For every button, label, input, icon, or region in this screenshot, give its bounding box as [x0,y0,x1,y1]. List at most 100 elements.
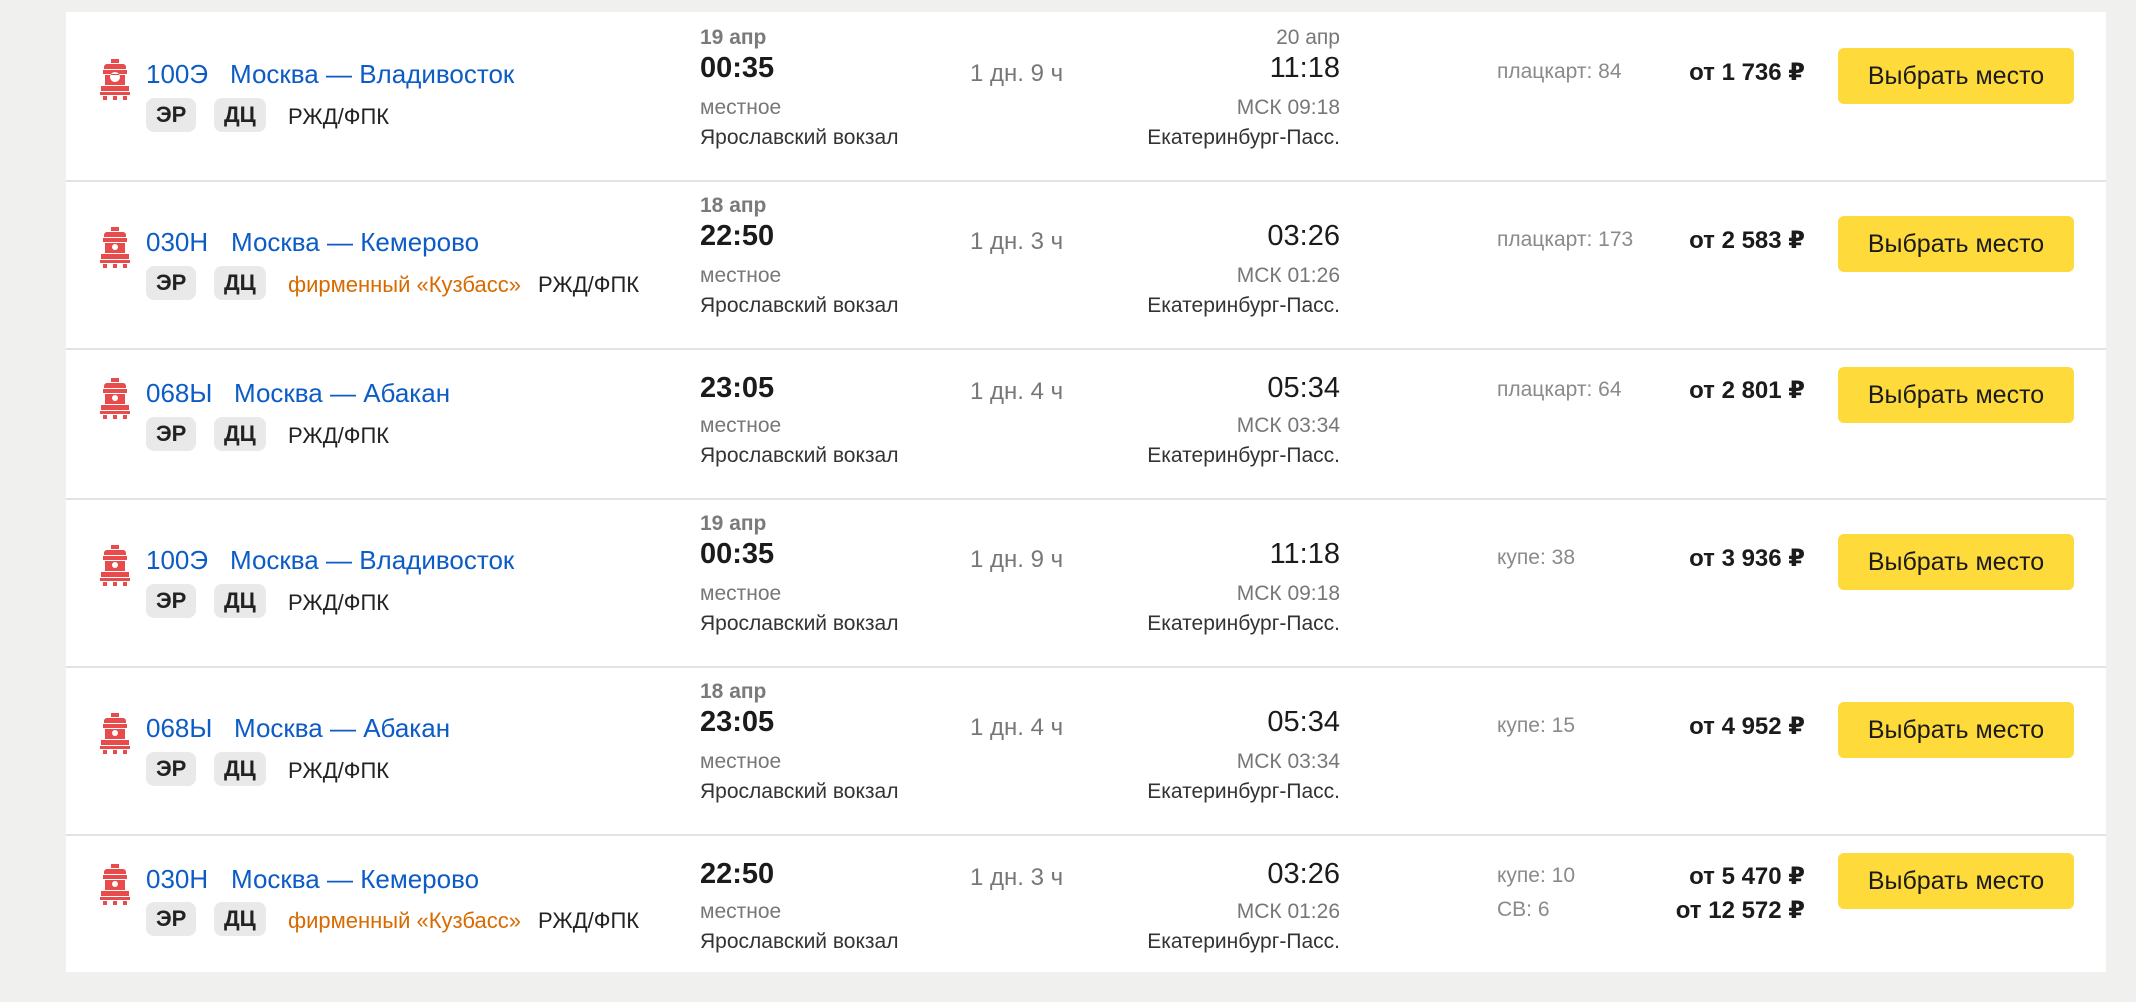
departure-station: Ярославский вокзал [700,612,899,635]
arrival-msk-time: МСК 09:18 [1236,96,1340,119]
choose-seat-button[interactable]: Выбрать место [1838,48,2074,104]
trip-duration: 1 дн. 4 ч [970,378,1064,405]
arrival-date: 20 апр [1276,26,1340,49]
train-number-link[interactable]: 068Ы [146,378,212,409]
arrival-time: 05:34 [1267,372,1340,404]
train-number-link[interactable]: 030Н [146,864,208,895]
steam-locomotive-icon [97,543,133,587]
arrival-station: Екатеринбург-Пасс. [1147,444,1340,467]
departure-station: Ярославский вокзал [700,780,899,803]
departure-timezone: местное [700,582,782,605]
trip-duration: 1 дн. 4 ч [970,714,1064,741]
train-number-link[interactable]: 100Э [146,59,208,90]
price: от 4 952 ₽ [1689,713,1805,740]
steam-locomotive-icon [97,376,133,420]
train-row: 100Э Москва — Владивосток ЭР ДЦ РЖД/ФПК … [66,12,2106,182]
route-link[interactable]: Москва — Владивосток [230,59,514,90]
price: от 2 583 ₽ [1689,227,1805,254]
arrival-station: Екатеринбург-Пасс. [1147,780,1340,803]
seat-availability: плацкарт: 84 [1497,60,1622,83]
departure-timezone: местное [700,900,782,923]
dynamic-price-badge: ДЦ [214,584,266,618]
route-link[interactable]: Москва — Кемерово [231,227,479,258]
trip-duration: 1 дн. 9 ч [970,546,1064,573]
electronic-registration-badge: ЭР [146,417,197,451]
arrival-msk-time: МСК 03:34 [1236,414,1340,437]
carrier-label: РЖД/ФПК [288,104,390,129]
departure-timezone: местное [700,414,782,437]
electronic-registration-badge: ЭР [146,902,197,936]
seat-availability: купе: 15 [1497,714,1576,737]
arrival-station: Екатеринбург-Пасс. [1147,612,1340,635]
carrier-label: РЖД/ФПК [288,590,390,615]
choose-seat-button[interactable]: Выбрать место [1838,367,2074,423]
departure-timezone: местное [700,264,782,287]
departure-time: 22:50 [700,220,775,252]
carrier-label: РЖД/ФПК [538,908,640,933]
electronic-registration-badge: ЭР [146,266,197,300]
arrival-time: 11:18 [1269,52,1340,84]
steam-locomotive-icon [97,711,133,755]
route-link[interactable]: Москва — Абакан [234,713,450,744]
branded-train-label: фирменный «Кузбасс» [288,272,521,297]
arrival-time: 05:34 [1267,706,1340,738]
departure-station: Ярославский вокзал [700,294,899,317]
dynamic-price-badge: ДЦ [214,902,266,936]
arrival-msk-time: МСК 01:26 [1236,264,1340,287]
departure-date: 18 апр [700,194,767,217]
train-row: 030Н Москва — Кемерово ЭР ДЦ фирменный «… [66,834,2106,1002]
branded-train-label: фирменный «Кузбасс» [288,908,521,933]
departure-time: 00:35 [700,52,775,84]
departure-station: Ярославский вокзал [700,126,899,149]
electronic-registration-badge: ЭР [146,752,197,786]
departure-time: 23:05 [700,372,775,404]
trip-duration: 1 дн. 9 ч [970,60,1064,87]
choose-seat-button[interactable]: Выбрать место [1838,534,2074,590]
electronic-registration-badge: ЭР [146,584,197,618]
trip-duration: 1 дн. 3 ч [970,228,1064,255]
steam-locomotive-icon [97,862,133,906]
departure-station: Ярославский вокзал [700,930,899,953]
dynamic-price-badge: ДЦ [214,98,266,132]
seat-availability: купе: 10 [1497,864,1576,887]
steam-locomotive-icon [97,57,133,101]
dynamic-price-badge: ДЦ [214,417,266,451]
departure-time: 23:05 [700,706,775,738]
arrival-msk-time: МСК 09:18 [1236,582,1340,605]
arrival-time: 03:26 [1267,858,1340,890]
train-row: 030Н Москва — Кемерово ЭР ДЦ фирменный «… [66,180,2106,350]
price: от 2 801 ₽ [1689,377,1805,404]
departure-time: 00:35 [700,538,775,570]
arrival-station: Екатеринбург-Пасс. [1147,294,1340,317]
departure-timezone: местное [700,96,782,119]
seat-availability: плацкарт: 64 [1497,378,1622,401]
choose-seat-button[interactable]: Выбрать место [1838,853,2074,909]
train-row: 068Ы Москва — Абакан ЭР ДЦ РЖД/ФПК 23:05… [66,348,2106,500]
seat-availability: плацкарт: 173 [1497,228,1634,251]
train-number-link[interactable]: 100Э [146,545,208,576]
dynamic-price-badge: ДЦ [214,752,266,786]
choose-seat-button[interactable]: Выбрать место [1838,216,2074,272]
arrival-time: 11:18 [1269,538,1340,570]
carrier-label: РЖД/ФПК [538,272,640,297]
results-list: 100Э Москва — Владивосток ЭР ДЦ РЖД/ФПК … [66,12,2106,972]
choose-seat-button[interactable]: Выбрать место [1838,702,2074,758]
departure-date: 19 апр [700,26,767,49]
seat-availability: СВ: 6 [1497,898,1550,921]
electronic-registration-badge: ЭР [146,98,197,132]
price: от 1 736 ₽ [1689,59,1805,86]
train-number-link[interactable]: 068Ы [146,713,212,744]
price: от 5 470 ₽ [1689,863,1805,890]
route-link[interactable]: Москва — Абакан [234,378,450,409]
departure-date: 18 апр [700,680,767,703]
trip-duration: 1 дн. 3 ч [970,864,1064,891]
seat-availability: купе: 38 [1497,546,1576,569]
price: от 12 572 ₽ [1675,897,1805,924]
route-link[interactable]: Москва — Владивосток [230,545,514,576]
route-link[interactable]: Москва — Кемерово [231,864,479,895]
arrival-time: 03:26 [1267,220,1340,252]
departure-station: Ярославский вокзал [700,444,899,467]
arrival-msk-time: МСК 01:26 [1236,900,1340,923]
train-row: 068Ы Москва — Абакан ЭР ДЦ РЖД/ФПК 18 ап… [66,666,2106,836]
train-number-link[interactable]: 030Н [146,227,208,258]
